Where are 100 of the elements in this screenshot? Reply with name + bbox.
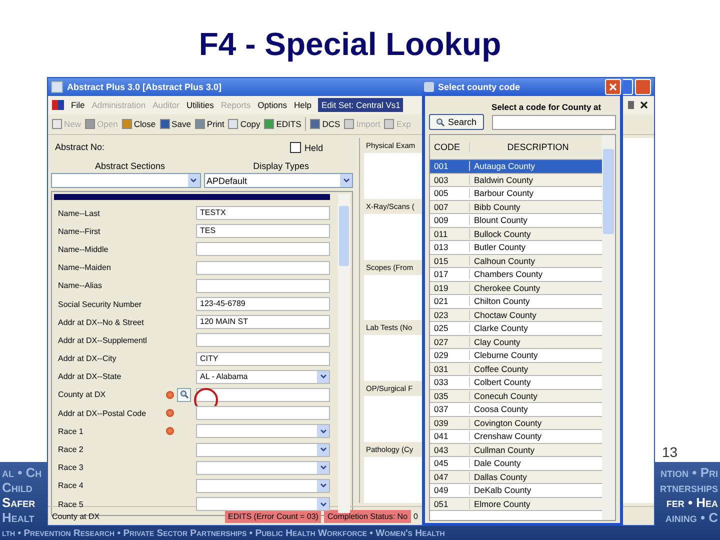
text-area[interactable] [364, 214, 422, 260]
field-label: Abstract No: [55, 142, 105, 153]
held-checkbox[interactable]: Held [290, 142, 323, 153]
banner-text: Safer [2, 496, 36, 510]
field-label: Addr at DX--State [57, 372, 122, 382]
field-label: Race 5 [57, 500, 84, 509]
field-label: County at DX [57, 390, 107, 400]
dialog-title: Select county code [438, 82, 520, 92]
caret-icon [317, 480, 329, 492]
banner-text: lth • Prevention Research • Private Sector Partnerships • Public Health Workforce • Women's Health [1, 529, 446, 539]
banner-text: al • Ch [2, 466, 42, 480]
table-row[interactable]: 027 Clay County [430, 336, 602, 349]
field-label: Addr at DX--No & Street [57, 318, 145, 327]
table-row[interactable]: 043 Cullman County [430, 444, 602, 457]
field-label: Race 3 [57, 463, 84, 472]
input-field[interactable] [196, 406, 330, 420]
banner-text: fer • Hea [666, 496, 718, 510]
close-button[interactable] [605, 79, 621, 95]
table-row[interactable]: 039 Covington County [430, 416, 602, 430]
menu-item[interactable]: Options [258, 100, 287, 110]
table-row[interactable]: 035 Conecuh County [430, 390, 602, 403]
caret-icon [317, 425, 329, 438]
toolbar-button[interactable]: Close [122, 119, 156, 129]
status-text: County at DX [52, 512, 101, 520]
field-label: Name--Middle [57, 244, 110, 254]
field-label: Race 2 [57, 445, 84, 454]
window-title: Abstract Plus 3.0 [Abstract Plus 3.0] [67, 82, 222, 92]
dropdown-field[interactable] [196, 460, 330, 475]
text-area[interactable] [364, 153, 422, 199]
input-field[interactable] [196, 278, 330, 293]
close-icon [609, 83, 617, 91]
input-field[interactable] [196, 260, 330, 275]
input-field[interactable]: TESTX [196, 206, 330, 220]
display-types-dropdown[interactable]: APDefault [204, 173, 353, 188]
input-field[interactable] [492, 115, 616, 130]
toolbar-button[interactable]: EDITS [264, 119, 302, 129]
caret-icon [340, 174, 352, 187]
app-logo-icon [52, 100, 64, 110]
input-field[interactable] [196, 333, 330, 348]
scrollbar[interactable] [338, 194, 350, 514]
table-row[interactable]: 003 Baldwin County [430, 174, 602, 187]
sections-dropdown[interactable] [51, 173, 200, 188]
toolbar-button[interactable]: DCS [310, 119, 340, 129]
field-label: Name--First [57, 226, 102, 236]
input-field[interactable]: TES [196, 224, 330, 238]
table-row[interactable]: 023 Choctaw County [430, 308, 602, 322]
field-label: Race 4 [57, 481, 84, 490]
prompt-label: Select a code for County at [492, 102, 602, 112]
status-text: 0 [414, 512, 418, 520]
close-button[interactable] [635, 79, 651, 95]
text-area[interactable] [364, 457, 422, 503]
dropdown-field[interactable] [196, 478, 330, 493]
text-area[interactable] [364, 274, 422, 320]
field-label: Display Types [253, 161, 309, 171]
table-row[interactable]: 051 Elmore County [430, 498, 602, 511]
field-label: Abstract Sections [95, 161, 166, 171]
toolbar-button[interactable]: Print [194, 119, 224, 129]
field-label: Name--Maiden [57, 263, 112, 272]
search-button[interactable]: Search [429, 114, 484, 130]
input-field[interactable] [196, 388, 330, 402]
input-field[interactable] [196, 242, 330, 256]
table-row[interactable]: 031 Coffee County [430, 362, 602, 376]
table-row[interactable]: 007 Bibb County [430, 200, 602, 214]
page-number: 13 [662, 444, 678, 460]
search-button[interactable] [177, 388, 191, 402]
toolbar-button[interactable]: Save [160, 119, 191, 129]
banner-text: Child [2, 481, 32, 495]
scrollbar[interactable] [602, 135, 615, 520]
field-label: Addr at DX--Supplementl [57, 336, 148, 345]
caret-icon [317, 444, 329, 456]
input-field[interactable]: 120 MAIN ST [196, 315, 330, 330]
caret-icon [317, 370, 329, 383]
field-label: Race 1 [57, 426, 84, 436]
field-label: Addr at DX--Postal Code [57, 408, 148, 418]
dropdown-field[interactable] [196, 442, 330, 457]
input-field[interactable]: 123-45-6789 [196, 297, 330, 312]
text-area[interactable] [364, 335, 422, 382]
column-header[interactable]: CODE [430, 142, 470, 152]
table-row[interactable]: 011 Bullock County [430, 228, 602, 241]
table-row[interactable]: 047 Dallas County [430, 470, 602, 484]
table-row[interactable]: 001 Autauga County [430, 160, 602, 174]
completion-status: Completion Status: No [324, 510, 411, 522]
toolbar-button[interactable]: Copy [228, 119, 260, 129]
dropdown-field[interactable]: AL - Alabama [196, 370, 330, 384]
dropdown-field[interactable] [196, 497, 330, 512]
menu-item[interactable]: Utilities [186, 100, 214, 110]
table-row[interactable]: 019 Cherokee County [430, 282, 602, 295]
column-header[interactable]: DESCRIPTION [470, 142, 602, 152]
text-area[interactable] [364, 396, 422, 442]
banner-text: aining • C [665, 511, 718, 525]
menu-item[interactable]: Help [294, 100, 312, 110]
menu-item[interactable]: Edit Set: Central Vs1 [318, 98, 404, 112]
input-field[interactable]: CITY [196, 352, 330, 366]
table-row[interactable]: 015 Calhoun County [430, 254, 602, 268]
caret-icon [317, 498, 329, 510]
field-label: Name--Alias [57, 281, 104, 290]
app-icon [51, 81, 63, 93]
menu-item[interactable]: File [71, 100, 85, 110]
banner-text: rtnerships [660, 481, 718, 495]
dropdown-field[interactable] [196, 424, 330, 438]
